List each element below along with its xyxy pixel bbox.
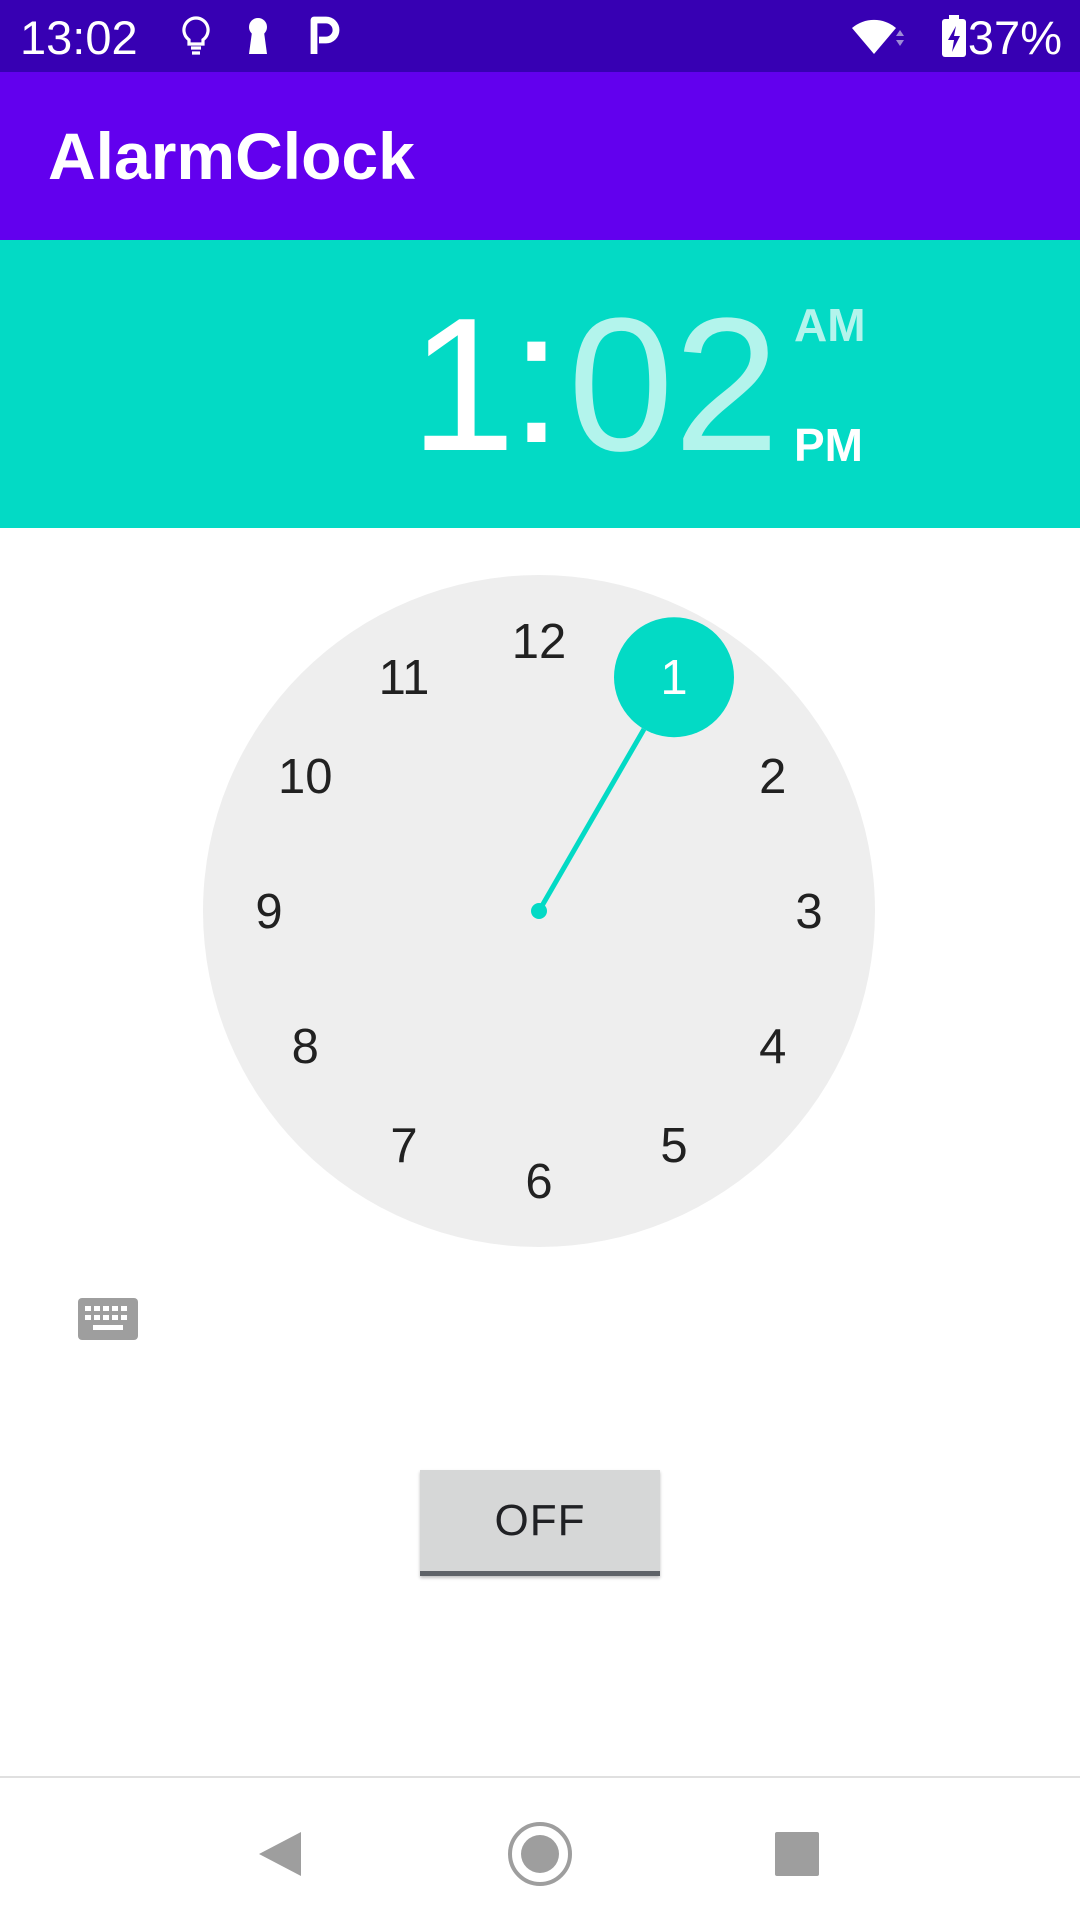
- keyboard-icon[interactable]: [78, 1298, 138, 1340]
- dial-number-3[interactable]: 3: [795, 885, 822, 939]
- lightbulb-icon: [182, 16, 210, 55]
- am-toggle[interactable]: AM: [794, 298, 866, 352]
- app-bar: AlarmClock: [0, 72, 1080, 240]
- navigation-bar: [0, 1776, 1080, 1922]
- home-icon[interactable]: [504, 1818, 576, 1890]
- time-picker-header: 1 : 02 AM PM: [0, 240, 1080, 528]
- alarm-toggle-button[interactable]: OFF: [420, 1470, 660, 1576]
- keyhole-icon: [249, 18, 267, 54]
- status-bar: 13:02 37%: [0, 0, 1080, 72]
- dial-number-9[interactable]: 9: [255, 885, 282, 939]
- app-title: AlarmClock: [48, 119, 415, 193]
- clock-dial[interactable]: 12 1 2 3 4 5 6 7 8 9 10 11: [203, 575, 875, 1247]
- dial-number-8[interactable]: 8: [292, 1020, 319, 1074]
- dial-number-1[interactable]: 1: [660, 651, 687, 705]
- time-separator: :: [510, 271, 563, 483]
- dial-number-2[interactable]: 2: [759, 750, 786, 804]
- dial-number-7[interactable]: 7: [390, 1119, 417, 1173]
- status-time: 13:02: [20, 11, 138, 64]
- dial-number-5[interactable]: 5: [660, 1119, 687, 1173]
- battery-percentage: 37%: [967, 11, 1062, 64]
- dial-number-12[interactable]: 12: [512, 615, 567, 669]
- hour-display[interactable]: 1: [410, 290, 516, 480]
- back-icon[interactable]: [245, 1818, 317, 1890]
- wifi-icon: [852, 19, 904, 54]
- recents-icon[interactable]: [761, 1818, 833, 1890]
- clock-center-dot: [531, 903, 547, 919]
- dial-number-6[interactable]: 6: [525, 1155, 552, 1209]
- pm-toggle[interactable]: PM: [794, 418, 863, 472]
- dial-number-11[interactable]: 11: [379, 651, 430, 705]
- clock-face[interactable]: 121234567891011: [203, 575, 875, 1247]
- minute-display[interactable]: 02: [568, 290, 779, 480]
- parking-icon: [310, 16, 340, 54]
- dial-number-4[interactable]: 4: [759, 1020, 786, 1074]
- dial-number-10[interactable]: 10: [278, 750, 333, 804]
